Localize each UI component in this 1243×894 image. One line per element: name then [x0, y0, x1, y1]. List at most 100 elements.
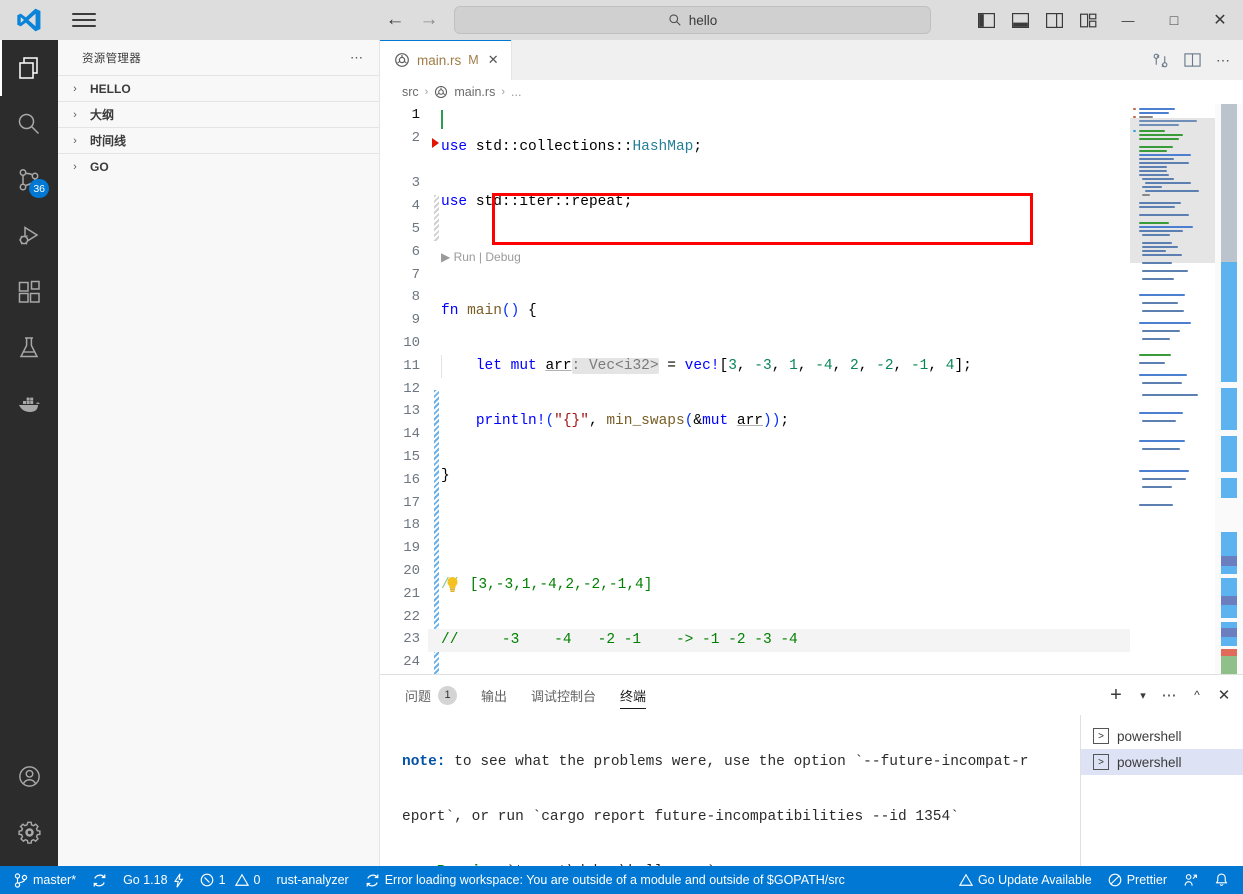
bottom-panel: 问题 1 输出 调试控制台 终端 + ▾ ⋯ ^ ✕ note: to see …: [380, 674, 1243, 880]
maximize-panel-icon[interactable]: ^: [1184, 681, 1210, 709]
breadcrumb-separator: ›: [424, 86, 429, 98]
close-button[interactable]: ✕: [1197, 0, 1243, 40]
panel-more-actions-icon[interactable]: ⋯: [1157, 681, 1183, 709]
scrollbar-thumb[interactable]: [1221, 104, 1237, 262]
activity-bar: 36: [0, 40, 58, 866]
terminal-output[interactable]: note: to see what the problems were, use…: [380, 715, 1080, 880]
toggle-secondary-sidebar-icon[interactable]: [1037, 0, 1071, 40]
minimize-button[interactable]: —: [1105, 0, 1151, 40]
overview-mark: [1221, 649, 1237, 656]
source-control-graph-icon[interactable]: [1145, 45, 1175, 75]
maximize-button[interactable]: □: [1151, 0, 1197, 40]
breadcrumb-item-more[interactable]: ...: [511, 85, 521, 99]
customize-layout-icon[interactable]: [1071, 0, 1105, 40]
status-sync[interactable]: [84, 866, 115, 894]
tab-modified-indicator: M: [468, 53, 479, 67]
panel-tab-bar: 问题 1 输出 调试控制台 终端 + ▾ ⋯ ^ ✕: [380, 675, 1243, 715]
sidebar-item-source-control[interactable]: 36: [0, 152, 58, 208]
terminal-tab-powershell-1[interactable]: > powershell: [1081, 723, 1243, 749]
status-notifications[interactable]: [1206, 866, 1243, 894]
status-workspace-error[interactable]: Error loading workspace: You are outside…: [357, 866, 853, 894]
maximize-glyph: □: [1169, 12, 1179, 28]
source-control-badge: 36: [29, 179, 49, 198]
overview-mark: [1221, 262, 1237, 382]
sidebar-item-run-and-debug[interactable]: [0, 208, 58, 264]
error-icon: [200, 873, 213, 887]
breadcrumb-item-src[interactable]: src: [402, 85, 419, 99]
terminal-icon: >: [1093, 754, 1109, 770]
line-number: 1: [411, 107, 420, 123]
editor-scrollbar[interactable]: [1215, 104, 1243, 674]
status-rust-analyzer[interactable]: rust-analyzer: [268, 866, 356, 894]
editor-more-actions-icon[interactable]: ⋯: [1209, 45, 1239, 75]
tab-debug-console[interactable]: 调试控制台: [520, 675, 607, 715]
arrow-right-icon[interactable]: →: [412, 3, 446, 37]
code-content: use std::collections::HashMap; use std::…: [428, 104, 1243, 674]
tab-main-rs[interactable]: main.rs M ✕: [380, 40, 512, 80]
files-icon: [19, 57, 38, 79]
terminal-tab-label: powershell: [1117, 754, 1182, 770]
codelens-label[interactable]: Run | Debug: [454, 250, 521, 264]
sidebar-item-docker[interactable]: [0, 376, 58, 432]
new-terminal-icon[interactable]: +: [1103, 681, 1129, 709]
code-line-1: use std::collections::HashMap;: [441, 139, 703, 155]
application-menu-button[interactable]: [58, 0, 110, 40]
sidebar-title: 资源管理器: [82, 52, 141, 65]
sidebar-section-timeline[interactable]: › 时间线: [58, 127, 379, 153]
overview-mark: [1221, 656, 1237, 674]
sidebar-item-explorer[interactable]: [0, 40, 58, 96]
branch-label: master*: [33, 873, 77, 887]
terminal-tab-powershell-2[interactable]: > powershell: [1081, 749, 1243, 775]
toggle-panel-icon[interactable]: [1003, 0, 1037, 40]
close-panel-icon[interactable]: ✕: [1211, 681, 1237, 709]
manage-settings-button[interactable]: [0, 804, 58, 860]
accounts-button[interactable]: [0, 748, 58, 804]
status-go-version[interactable]: Go 1.18: [115, 866, 191, 894]
toggle-primary-sidebar-icon[interactable]: [969, 0, 1003, 40]
quick-input-search[interactable]: hello: [454, 6, 931, 34]
status-go-update[interactable]: Go Update Available: [951, 866, 1100, 894]
line-number: 18: [403, 517, 420, 534]
sidebar-item-testing[interactable]: [0, 320, 58, 376]
status-prettier[interactable]: Prettier: [1100, 866, 1175, 894]
line-number: 16: [403, 471, 420, 488]
overview-mark: [1221, 556, 1237, 566]
arrow-left-icon[interactable]: ←: [378, 3, 412, 37]
line-number: 13: [403, 403, 420, 420]
vscode-window: ← → hello — □ ✕ 36 资源管理器 ⋯ › HELLO › 大纲 …: [0, 0, 1243, 894]
minimap[interactable]: [1130, 104, 1215, 674]
extensions-icon: [18, 280, 40, 303]
codelens-run-debug[interactable]: ▶ Run | Debug: [428, 246, 1243, 269]
line-number: 21: [403, 585, 420, 602]
line-number: 2: [411, 129, 420, 146]
status-branch[interactable]: master*: [0, 866, 84, 894]
go-update-label: Go Update Available: [977, 873, 1092, 887]
sidebar-item-extensions[interactable]: [0, 264, 58, 320]
status-bar: master* Go 1.18 1 0 rust-analyzer Error …: [0, 866, 1243, 894]
tab-terminal[interactable]: 终端: [609, 675, 657, 715]
tab-problems[interactable]: 问题 1: [394, 675, 468, 715]
status-problems[interactable]: 1 0: [192, 866, 269, 894]
sidebar-section-hello[interactable]: › HELLO: [58, 75, 379, 101]
split-editor-icon[interactable]: [1177, 45, 1207, 75]
tab-close-icon[interactable]: ✕: [488, 52, 499, 68]
tab-output[interactable]: 输出: [470, 675, 518, 715]
terminal-icon: >: [1093, 728, 1109, 744]
breadcrumb-item-file[interactable]: main.rs: [454, 85, 495, 99]
lightbulb-quickfix-icon[interactable]: [445, 576, 460, 593]
chevron-down-icon[interactable]: ▾: [1130, 681, 1156, 709]
terminal-tab-label: powershell: [1117, 728, 1182, 744]
sidebar-item-search[interactable]: [0, 96, 58, 152]
code-editor[interactable]: 1 2 3 4 5 6 7 8 9 10 11 12 13 14 15 16 1…: [380, 104, 1243, 674]
status-live-share[interactable]: [1175, 866, 1206, 894]
line-number: 23: [403, 631, 420, 648]
overview-mark: [1221, 532, 1237, 574]
panel-actions: + ▾ ⋯ ^ ✕: [1103, 675, 1237, 715]
sidebar-section-outline[interactable]: › 大纲: [58, 101, 379, 127]
sidebar-more-actions-icon[interactable]: ⋯: [350, 50, 365, 66]
overview-mark: [1221, 436, 1237, 472]
line-number: 11: [403, 357, 420, 374]
sidebar-section-go[interactable]: › GO: [58, 153, 379, 179]
gear-icon: [17, 821, 41, 844]
chevron-right-icon: ›: [73, 134, 77, 147]
